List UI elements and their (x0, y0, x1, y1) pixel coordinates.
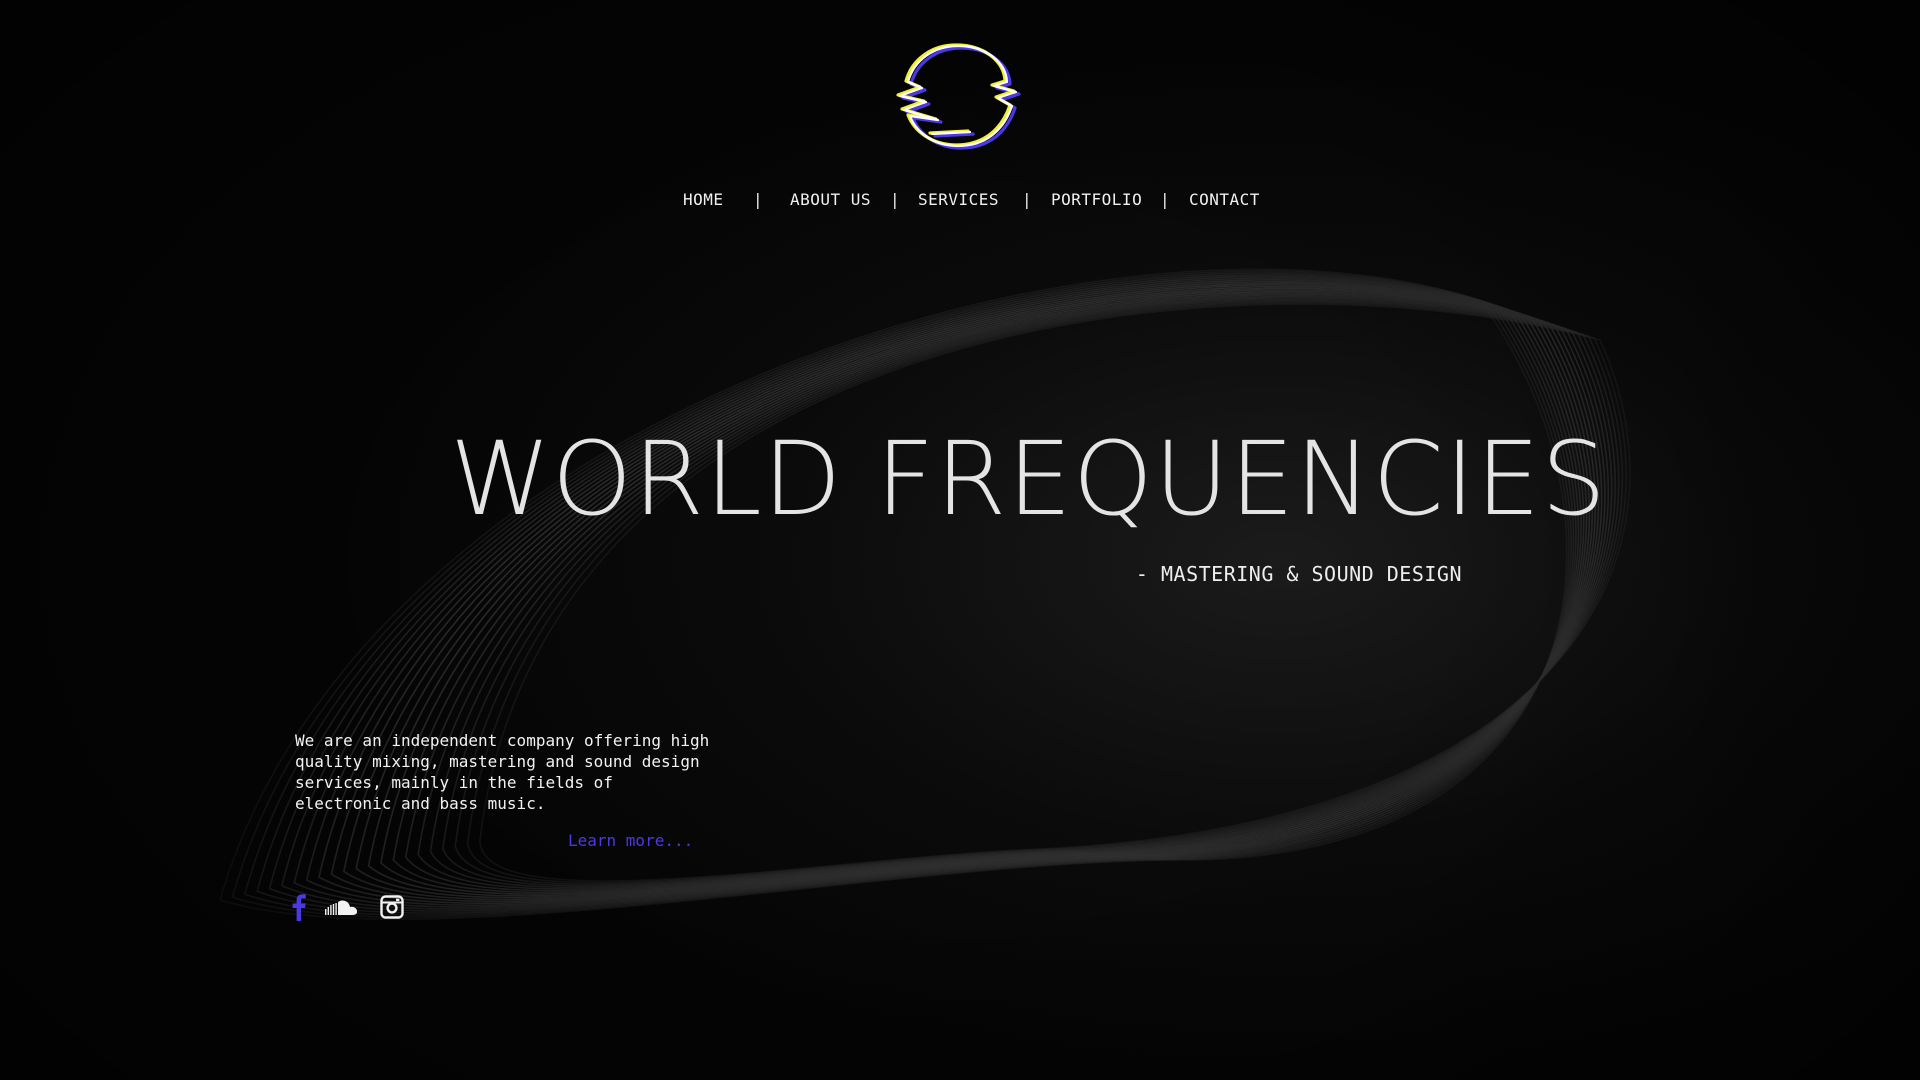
hero-subtitle: - MASTERING & SOUND DESIGN (1135, 562, 1462, 586)
nav-home[interactable]: HOME (683, 186, 724, 214)
nav-services[interactable]: SERVICES (918, 186, 999, 214)
nav-separator: | (1160, 190, 1171, 209)
nav-about-us[interactable]: ABOUT US (790, 186, 871, 214)
glitch-circle-logo[interactable] (886, 40, 1034, 154)
nav-separator: | (753, 190, 764, 209)
hero-title: WORLD FREQUENCIES (450, 420, 1607, 539)
nav-separator: | (1022, 190, 1033, 209)
wave-lines-background (219, 268, 1631, 920)
intro-paragraph: We are an independent company offering h… (295, 731, 710, 813)
wave-line (256, 273, 1575, 914)
instagram-icon[interactable] (380, 895, 404, 923)
nav-contact[interactable]: CONTACT (1189, 186, 1260, 214)
main-navigation: HOME | ABOUT US | SERVICES | PORTFOLIO |… (0, 186, 1920, 214)
learn-more-link[interactable]: Learn more... (568, 831, 693, 850)
facebook-icon[interactable] (292, 893, 306, 925)
nav-portfolio[interactable]: PORTFOLIO (1051, 186, 1142, 214)
soundcloud-icon[interactable] (325, 899, 359, 921)
nav-separator: | (890, 190, 901, 209)
